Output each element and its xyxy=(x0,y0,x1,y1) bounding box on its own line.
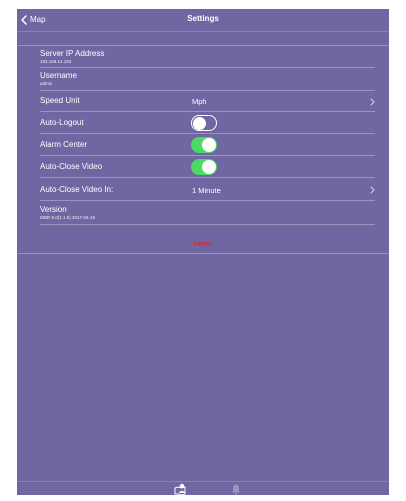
settings-screen: Map Settings Server IP Address 192.168.1… xyxy=(17,9,389,495)
tab-bar xyxy=(17,481,389,495)
chevron-right-icon xyxy=(370,186,375,193)
auto-logout-row: Auto-Logout xyxy=(40,112,375,134)
toggle-knob xyxy=(192,116,206,130)
alarm-center-label: Alarm Center xyxy=(40,140,88,149)
list-divider xyxy=(17,253,389,254)
auto-close-video-in-label: Auto-Close Video In: xyxy=(40,185,114,194)
navbar-divider xyxy=(17,31,389,32)
row-divider xyxy=(40,224,375,225)
map-user-icon[interactable] xyxy=(173,483,187,495)
auto-logout-toggle[interactable] xyxy=(191,115,217,131)
bell-icon[interactable] xyxy=(229,483,243,495)
alarm-center-toggle[interactable] xyxy=(191,137,217,153)
auto-close-video-label: Auto-Close Video xyxy=(40,162,103,171)
page-title: Settings xyxy=(187,14,219,23)
toggle-knob xyxy=(202,138,216,152)
speed-unit-label: Speed Unit xyxy=(40,96,80,105)
username-label: Username xyxy=(40,71,77,80)
auto-close-video-toggle[interactable] xyxy=(191,159,217,175)
username-value: admin xyxy=(40,81,53,86)
server-ip-value: 192.168.14.193 xyxy=(40,59,72,64)
logout-button[interactable]: Logout xyxy=(17,241,389,247)
server-ip-row: Server IP Address 192.168.14.193 xyxy=(40,45,375,68)
auto-close-video-in-value: 1 Minute xyxy=(192,186,221,195)
navigation-bar: Map Settings xyxy=(17,9,389,32)
version-row: Version MDR 5.0(1.1.5) 2017-04-15 xyxy=(40,201,375,225)
auto-logout-label: Auto-Logout xyxy=(40,118,84,127)
tabbar-divider xyxy=(17,481,389,482)
alarm-center-row: Alarm Center xyxy=(40,134,375,156)
toggle-knob xyxy=(202,160,216,174)
speed-unit-value: Mph xyxy=(192,97,207,106)
auto-close-video-row: Auto-Close Video xyxy=(40,156,375,178)
server-ip-label: Server IP Address xyxy=(40,49,105,58)
auto-close-video-in-row[interactable]: Auto-Close Video In: 1 Minute xyxy=(40,178,375,201)
speed-unit-row[interactable]: Speed Unit Mph xyxy=(40,91,375,112)
version-label: Version xyxy=(40,205,67,214)
chevron-right-icon xyxy=(370,98,375,105)
version-value: MDR 5.0(1.1.5) 2017-04-15 xyxy=(40,215,96,220)
username-row: Username admin xyxy=(40,68,375,91)
